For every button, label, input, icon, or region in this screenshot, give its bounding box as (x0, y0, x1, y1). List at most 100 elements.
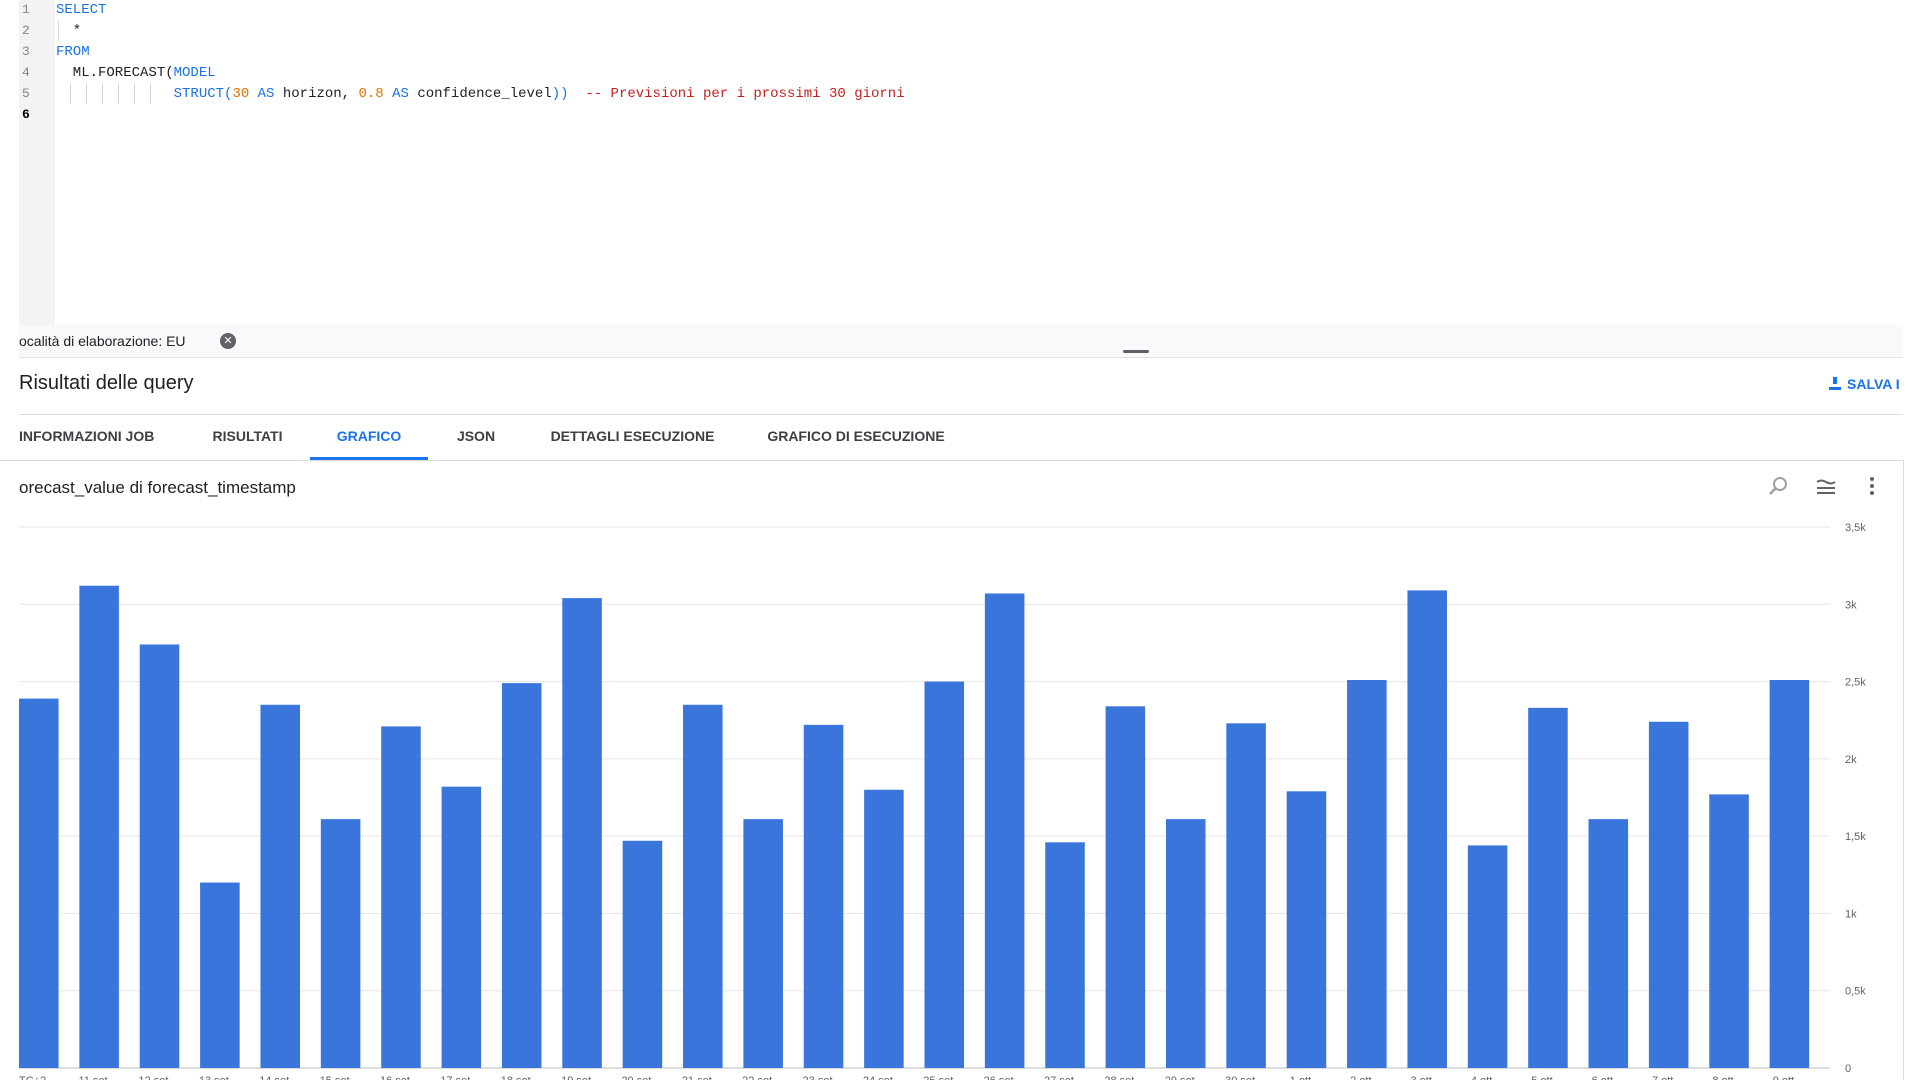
y-tick-label: 1k (1845, 908, 1857, 920)
x-tick-label: 19 set (561, 1075, 591, 1080)
y-tick-label: 1,5k (1845, 831, 1866, 843)
x-tick-label: 15 set (320, 1075, 350, 1080)
bar (19, 698, 59, 1068)
resize-handle[interactable] (1123, 350, 1149, 353)
code-text: SELECT (56, 2, 107, 18)
code-text: ML.FORECAST(MODEL (56, 65, 216, 81)
bar (1347, 680, 1387, 1068)
bar (501, 683, 542, 1068)
bar (864, 789, 904, 1068)
bar (139, 644, 180, 1068)
results-tabs: INFORMAZIONI JOB RISULTATI GRAFICO JSON … (0, 415, 1903, 461)
x-tick-label: 23 set (803, 1075, 833, 1080)
save-results-label: SALVA I (1847, 376, 1900, 392)
bar (1105, 706, 1146, 1068)
x-tick-label: 6 ott (1592, 1075, 1613, 1080)
x-tick-label: 12 set (139, 1075, 169, 1080)
bar (1467, 845, 1508, 1068)
bar (1709, 794, 1749, 1068)
bar (562, 598, 602, 1068)
y-tick-label: 3,5k (1845, 522, 1866, 534)
bar (320, 819, 361, 1068)
y-tick-label: 0,5k (1845, 986, 1866, 998)
indent-guide (150, 84, 151, 104)
line-number: 6 (22, 107, 30, 122)
bar (441, 786, 482, 1068)
x-tick-label: 7 ott (1652, 1075, 1673, 1080)
code-text: FROM (56, 44, 90, 60)
x-tick-label: 20 set (621, 1075, 651, 1080)
x-tick-label: 4 ott (1471, 1075, 1492, 1080)
x-tick-label: TC+2 (19, 1075, 46, 1080)
line-number: 2 (22, 23, 30, 38)
line-number: 3 (22, 44, 30, 59)
x-tick-label: 18 set (501, 1075, 531, 1080)
sql-editor[interactable]: 1 SELECT 2 * 3 FROM 4 ML.FORECAST(MODEL 5 STRU… (0, 0, 1903, 325)
line-number: 4 (22, 65, 30, 80)
x-tick-label: 8 ott (1712, 1075, 1733, 1080)
tab-job-information[interactable]: INFORMAZIONI JOB (19, 415, 179, 460)
x-tick-label: 16 set (380, 1075, 410, 1080)
bar (803, 724, 844, 1068)
close-circle-icon[interactable]: ✕ (220, 333, 236, 349)
bar (622, 840, 663, 1068)
bar (924, 681, 965, 1068)
bar (1286, 791, 1327, 1068)
bar (1165, 819, 1206, 1068)
x-tick-label: 1 ott (1290, 1075, 1311, 1080)
download-icon (1829, 377, 1841, 391)
indent-guide (58, 21, 59, 41)
bar (683, 704, 723, 1068)
bar (984, 593, 1025, 1068)
y-tick-label: 2,5k (1845, 677, 1866, 689)
tab-json[interactable]: JSON (445, 415, 507, 460)
line-number: 1 (22, 2, 30, 17)
processing-location-bar: ocalità di elaborazione: EU ✕ (19, 325, 1903, 358)
indent-guide (86, 84, 87, 104)
bar (200, 882, 240, 1068)
tab-chart[interactable]: GRAFICO (310, 415, 428, 460)
bar (381, 726, 421, 1068)
x-tick-label: 14 set (259, 1075, 289, 1080)
code-text: * (56, 23, 82, 39)
y-tick-label: 3k (1845, 599, 1857, 611)
x-tick-label: 21 set (682, 1075, 712, 1080)
code-text: STRUCT(30 AS horizon, 0.8 AS confidence_… (56, 86, 905, 102)
x-tick-label: 26 set (984, 1075, 1014, 1080)
save-results-button[interactable]: SALVA I (1829, 376, 1900, 392)
x-tick-label: 2 ott (1350, 1075, 1371, 1080)
processing-location-text: ocalità di elaborazione: EU (19, 333, 186, 349)
x-tick-label: 24 set (863, 1075, 893, 1080)
bar (743, 819, 783, 1068)
bar (79, 585, 119, 1068)
bar (1407, 590, 1447, 1068)
x-tick-label: 5 ott (1531, 1075, 1552, 1080)
y-tick-label: 0 (1845, 1063, 1851, 1075)
forecast-bar-chart: 0 0,5k 1k 1,5k 2k 2,5k 3k 3,5k TC+2 11 set 12 set 1… (19, 522, 1866, 1080)
x-tick-label: 28 set (1104, 1075, 1134, 1080)
x-tick-label: 25 set (923, 1075, 953, 1080)
bar (1588, 819, 1629, 1068)
x-tick-label: 3 ott (1411, 1075, 1432, 1080)
y-tick-label: 2k (1845, 754, 1857, 766)
bar (260, 704, 301, 1068)
tab-execution-details[interactable]: DETTAGLI ESECUZIONE (540, 415, 725, 460)
x-tick-label: 17 set (440, 1075, 470, 1080)
x-tick-label: 13 set (199, 1075, 229, 1080)
x-tick-label: 30 set (1225, 1075, 1255, 1080)
chart-panel: orecast_value di forecast_timestamp 0 0,5… (0, 460, 1904, 1080)
x-tick-label: 9 ott (1773, 1075, 1794, 1080)
bar (1648, 721, 1689, 1068)
bar (1226, 723, 1266, 1068)
x-tick-label: 29 set (1165, 1075, 1195, 1080)
results-title: Risultati delle query (19, 372, 194, 394)
bar (1528, 707, 1568, 1068)
indent-guide (118, 84, 119, 104)
line-number: 5 (22, 86, 30, 101)
bar (1769, 680, 1810, 1068)
tab-results[interactable]: RISULTATI (200, 415, 295, 460)
x-tick-label: 27 set (1044, 1075, 1074, 1080)
tab-execution-graph[interactable]: GRAFICO DI ESECUZIONE (760, 415, 952, 460)
x-tick-label: 11 set (79, 1075, 108, 1080)
x-tick-label: 22 set (742, 1075, 772, 1080)
